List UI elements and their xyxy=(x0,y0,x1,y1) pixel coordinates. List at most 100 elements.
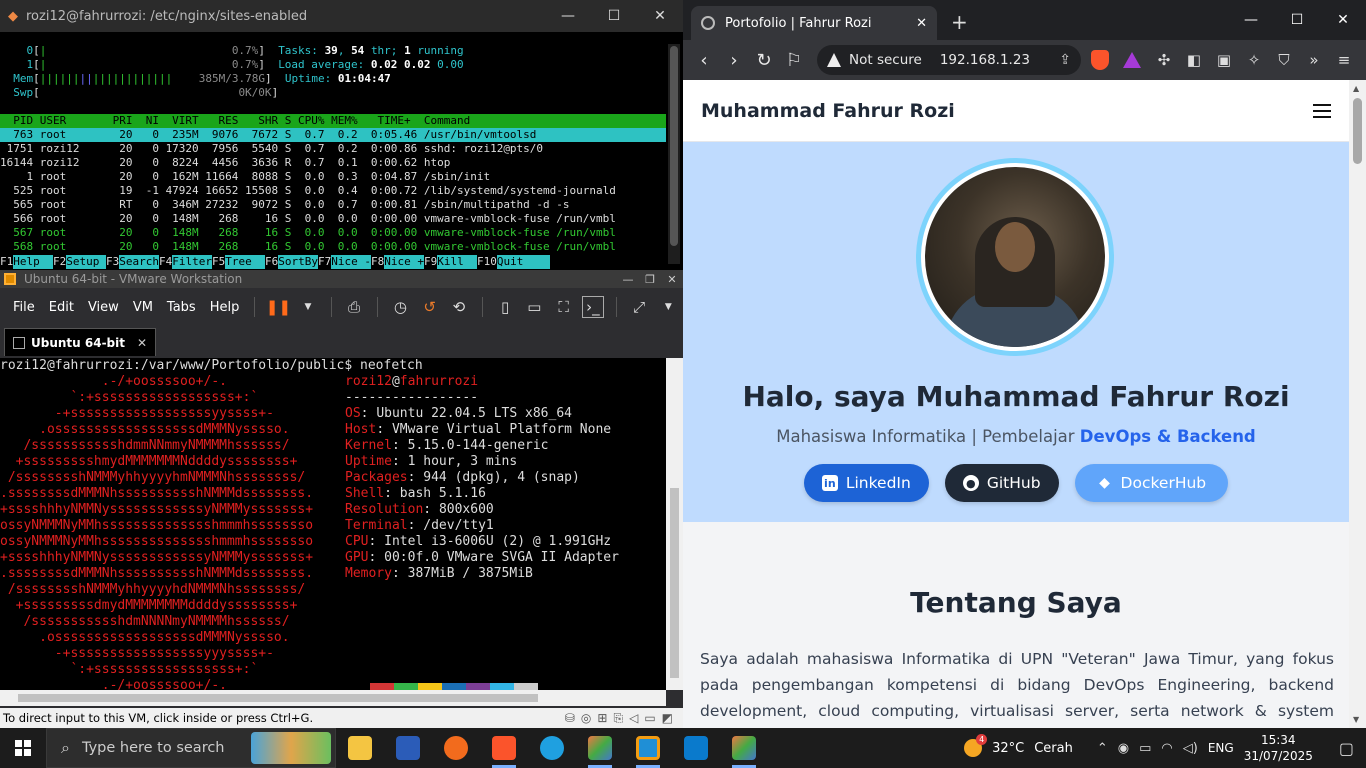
weather-text[interactable]: Cerah xyxy=(1034,741,1073,756)
fkey-nice-plus[interactable]: Nice + xyxy=(384,255,424,269)
terminal-scrollbar[interactable] xyxy=(668,44,680,264)
menu-vm[interactable]: VM xyxy=(133,300,153,315)
vm-horizontal-scrollbar[interactable] xyxy=(0,690,666,706)
fkey-help[interactable]: Help xyxy=(13,255,53,269)
clock[interactable]: 15:34 31/07/2025 xyxy=(1244,732,1313,764)
menu-tabs[interactable]: Tabs xyxy=(167,300,196,315)
close-tab-icon[interactable]: ✕ xyxy=(916,16,927,31)
hamburger-menu-icon[interactable] xyxy=(1313,100,1331,122)
wifi-icon[interactable]: ◠ xyxy=(1161,741,1172,756)
htop-view[interactable]: 0[| 0.7%] Tasks: 39, 54 thr; 1 running 1… xyxy=(0,44,666,254)
sound-icon[interactable]: ◁ xyxy=(629,711,638,726)
fkey-tree[interactable]: Tree xyxy=(225,255,265,269)
process-row[interactable]: 1 root 20 0 162M 11664 8088 S 0.0 0.3 0:… xyxy=(0,170,666,184)
github-button[interactable]: ● GitHub xyxy=(944,464,1059,502)
taskbar-edge[interactable] xyxy=(528,728,576,768)
weather-icon[interactable]: 4 xyxy=(964,734,988,757)
language-indicator[interactable]: ENG xyxy=(1208,741,1234,755)
share-icon[interactable]: ⇪ xyxy=(1059,52,1071,68)
library-icon[interactable]: ▯ xyxy=(494,296,515,318)
message-icon[interactable]: ◩ xyxy=(662,711,673,726)
notification-icon[interactable]: ▢ xyxy=(1339,739,1354,758)
dropdown-icon[interactable]: ▼ xyxy=(297,296,318,318)
maximize-icon[interactable]: ☐ xyxy=(591,8,637,24)
process-row[interactable]: 568 root 20 0 148M 268 16 S 0.0 0.0 0:00… xyxy=(0,240,666,254)
temperature[interactable]: 32°C xyxy=(992,741,1024,756)
process-row[interactable]: 525 root 19 -1 47924 16652 15508 S 0.0 0… xyxy=(0,184,666,198)
cdrom-icon[interactable]: ◎ xyxy=(581,711,591,726)
minimize-icon[interactable]: — xyxy=(617,273,639,286)
fkey-kill[interactable]: Kill xyxy=(437,255,477,269)
vmware-window[interactable]: Ubuntu 64-bit - VMware Workstation — ❐ ✕… xyxy=(0,270,683,728)
taskbar-word[interactable] xyxy=(384,728,432,768)
vm-vertical-scrollbar[interactable] xyxy=(666,358,683,690)
tab-ubuntu[interactable]: Ubuntu 64-bit ✕ xyxy=(4,328,157,356)
thumbnail-bar-icon[interactable]: ▭ xyxy=(524,296,545,318)
fkey-sortby[interactable]: SortBy xyxy=(278,255,318,269)
process-row[interactable]: 565 root RT 0 346M 27232 9072 S 0.0 0.7 … xyxy=(0,198,666,212)
maximize-icon[interactable]: ☐ xyxy=(1274,12,1320,28)
hdd-icon[interactable]: ⛁ xyxy=(565,711,575,726)
process-row[interactable]: 566 root 20 0 148M 268 16 S 0.0 0.0 0:00… xyxy=(0,212,666,226)
menu-icon[interactable]: ≡ xyxy=(1329,51,1359,69)
address-bar[interactable]: Not secure 192.168.1.23 ⇪ xyxy=(817,45,1081,75)
dockerhub-button[interactable]: ◆ DockerHub xyxy=(1074,464,1229,502)
site-brand[interactable]: Muhammad Fahrur Rozi xyxy=(701,100,1313,122)
snapshot-manager-icon[interactable]: ⟲ xyxy=(448,296,469,318)
start-button[interactable] xyxy=(0,728,46,768)
display-icon[interactable]: ▭ xyxy=(644,711,655,726)
process-row[interactable]: 763 root 20 0 235M 9076 7672 S 0.7 0.2 0… xyxy=(0,128,666,142)
new-tab-icon[interactable]: + xyxy=(951,10,968,34)
revert-snapshot-icon[interactable]: ↺ xyxy=(419,296,440,318)
console-view-icon[interactable]: ›_ xyxy=(582,296,604,318)
taskbar-search[interactable]: ⌕ Type here to search xyxy=(46,728,336,768)
wallet-icon[interactable]: ▣ xyxy=(1209,51,1239,69)
fkey-filter[interactable]: Filter xyxy=(172,255,212,269)
taskbar-vscode[interactable] xyxy=(672,728,720,768)
warning-icon[interactable] xyxy=(827,53,841,67)
close-icon[interactable]: ✕ xyxy=(661,273,683,286)
vm-console[interactable]: rozi12@fahrurrozi:/var/www/Portofolio/pu… xyxy=(0,358,666,690)
fkey-quit[interactable]: Quit xyxy=(496,255,550,269)
portfolio-page[interactable]: Muhammad Fahrur Rozi Halo, saya Muhammad… xyxy=(683,80,1349,728)
page-scrollbar[interactable]: ▲ ▼ xyxy=(1349,80,1366,728)
dropdown-icon[interactable]: ▼ xyxy=(658,296,679,318)
leo-ai-icon[interactable]: ✧ xyxy=(1239,51,1269,69)
menu-edit[interactable]: Edit xyxy=(49,300,74,315)
more-tools-icon[interactable]: » xyxy=(1299,51,1329,69)
sidebar-icon[interactable]: ◧ xyxy=(1179,51,1209,69)
fkey-nice-minus[interactable]: Nice - xyxy=(331,255,371,269)
brave-shields-icon[interactable] xyxy=(1091,50,1109,70)
usb-icon[interactable]: ⎘ xyxy=(613,711,623,726)
process-table-header[interactable]: PID USER PRI NI VIRT RES SHR S CPU% MEM%… xyxy=(0,114,666,128)
restore-icon[interactable]: ❐ xyxy=(639,273,661,286)
vpn-icon[interactable]: ⛉ xyxy=(1269,51,1299,69)
forward-icon[interactable]: › xyxy=(719,50,749,71)
reload-icon[interactable]: ↻ xyxy=(749,50,779,71)
taskbar-git-bash[interactable] xyxy=(576,728,624,768)
close-icon[interactable]: ✕ xyxy=(1320,12,1366,28)
process-row[interactable]: 567 root 20 0 148M 268 16 S 0.0 0.0 0:00… xyxy=(0,226,666,240)
back-icon[interactable]: ‹ xyxy=(689,50,719,71)
brave-rewards-icon[interactable] xyxy=(1123,52,1141,68)
taskbar-file-explorer[interactable] xyxy=(336,728,384,768)
htop-terminal-window[interactable]: ◆ rozi12@fahrurrozi: /etc/nginx/sites-en… xyxy=(0,0,683,270)
browser-tab[interactable]: Portofolio | Fahrur Rozi ✕ xyxy=(691,6,937,40)
linkedin-button[interactable]: in LinkedIn xyxy=(803,464,929,502)
taskbar-git-bash-2[interactable] xyxy=(720,728,768,768)
stretch-icon[interactable]: ⤢ xyxy=(629,296,650,318)
fkey-search[interactable]: Search xyxy=(119,255,159,269)
minimize-icon[interactable]: — xyxy=(545,8,591,24)
menu-view[interactable]: View xyxy=(88,300,119,315)
taskbar-app-orange[interactable] xyxy=(432,728,480,768)
network-icon[interactable]: ⊞ xyxy=(597,711,607,726)
chevron-up-icon[interactable]: ⌃ xyxy=(1097,741,1108,756)
snapshot-icon[interactable]: ◷ xyxy=(390,296,411,318)
extensions-icon[interactable]: ✣ xyxy=(1149,51,1179,69)
bookmark-icon[interactable]: ⚐ xyxy=(779,50,809,71)
menu-file[interactable]: File xyxy=(13,300,35,315)
menu-help[interactable]: Help xyxy=(210,300,240,315)
volume-icon[interactable]: ◁) xyxy=(1183,741,1198,756)
close-tab-icon[interactable]: ✕ xyxy=(137,336,147,350)
pause-icon[interactable]: ❚❚ xyxy=(266,296,291,318)
